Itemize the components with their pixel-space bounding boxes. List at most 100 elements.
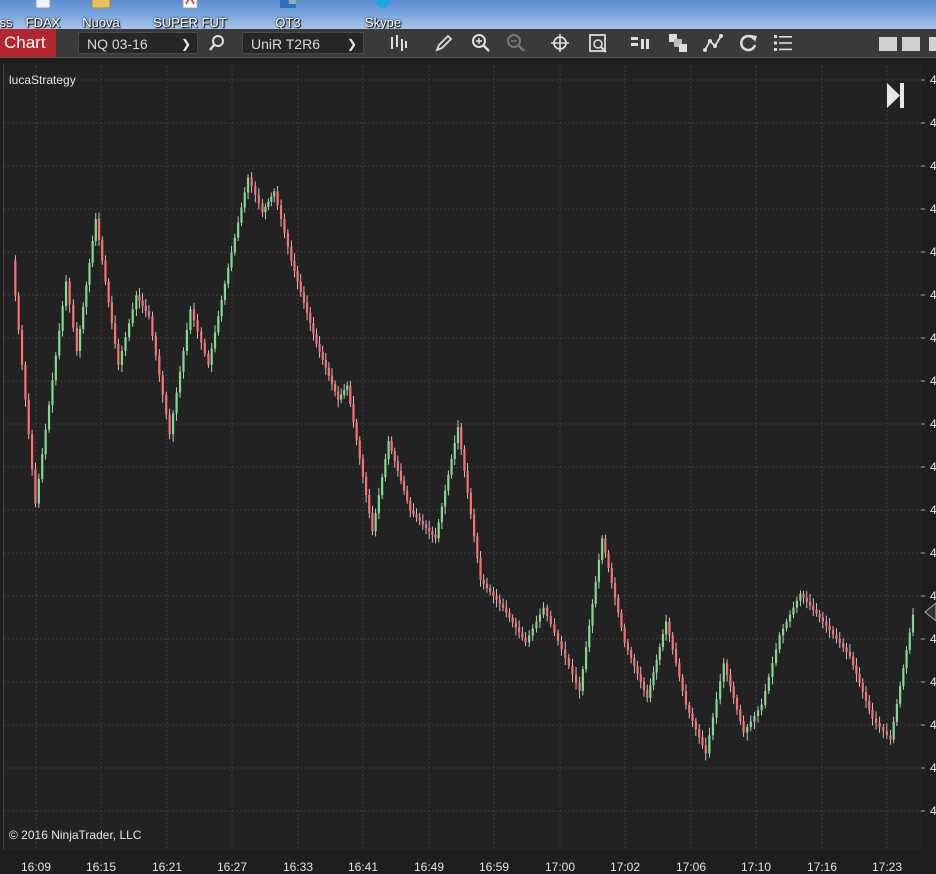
up-candle	[340, 394, 343, 400]
up-candle	[538, 614, 542, 622]
down-candle	[250, 177, 253, 187]
up-candle	[213, 332, 217, 349]
up-candle	[722, 663, 725, 682]
up-candle	[243, 192, 246, 208]
down-candle	[861, 683, 864, 692]
down-candle	[571, 665, 574, 675]
up-candle	[47, 404, 51, 430]
up-candle	[220, 300, 223, 317]
price-tick-label: 4	[930, 589, 936, 603]
down-candle	[110, 302, 113, 324]
down-candle	[406, 490, 409, 501]
up-candle	[899, 686, 902, 704]
up-candle	[594, 581, 597, 604]
up-candle	[658, 647, 661, 660]
down-candle	[428, 527, 431, 532]
up-candle	[795, 600, 799, 608]
up-candle	[82, 306, 85, 329]
up-candle	[895, 703, 899, 722]
down-candle	[642, 682, 646, 690]
down-candle	[476, 536, 479, 559]
down-candle	[698, 729, 701, 738]
time-tick-label: 16:15	[85, 860, 117, 874]
down-candle	[668, 621, 671, 636]
down-candle	[549, 616, 552, 625]
down-candle	[337, 391, 340, 400]
time-tick-label: 16:41	[347, 860, 379, 874]
up-candle	[708, 735, 711, 754]
down-candle	[290, 246, 293, 261]
up-candle	[799, 593, 802, 601]
down-candle	[732, 686, 735, 698]
up-candle	[788, 614, 792, 622]
up-candle	[437, 522, 440, 539]
up-candle	[172, 413, 175, 435]
down-candle	[626, 642, 629, 651]
down-candle	[276, 191, 279, 206]
down-candle	[878, 722, 881, 728]
down-candle	[742, 721, 745, 733]
down-candle	[168, 414, 171, 435]
up-candle	[44, 429, 47, 455]
down-candle	[521, 632, 524, 638]
down-candle	[302, 291, 306, 303]
down-candle	[818, 613, 821, 618]
up-candle	[588, 625, 591, 648]
time-tick-label: 16:59	[478, 860, 510, 874]
down-candle	[72, 304, 75, 328]
price-tick-label: 4	[930, 202, 936, 216]
up-candle	[54, 355, 57, 381]
price-tick-label: 4	[930, 116, 936, 130]
up-candle	[719, 681, 722, 700]
down-candle	[358, 440, 361, 459]
up-candle	[61, 306, 64, 331]
down-candle	[498, 599, 501, 604]
down-candle	[505, 607, 508, 613]
up-candle	[649, 685, 652, 698]
up-candle	[264, 206, 267, 213]
down-candle	[412, 510, 415, 514]
up-candle	[135, 295, 138, 310]
down-candle	[460, 427, 463, 450]
down-candle	[729, 674, 732, 687]
up-candle	[377, 495, 380, 514]
down-candle	[402, 480, 406, 491]
down-candle	[75, 327, 78, 351]
up-candle	[782, 628, 785, 636]
down-candle	[646, 689, 649, 698]
down-candle	[349, 385, 352, 404]
down-candle	[309, 312, 312, 324]
down-candle	[104, 260, 107, 282]
scroll-to-end-icon[interactable]	[887, 83, 904, 108]
down-candle	[154, 335, 157, 356]
down-candle	[390, 441, 393, 452]
up-candle	[223, 283, 227, 301]
down-candle	[845, 647, 848, 652]
down-candle	[469, 492, 472, 515]
up-candle	[78, 328, 82, 351]
down-candle	[34, 468, 37, 504]
up-candle	[185, 330, 189, 351]
down-candle	[434, 534, 437, 539]
time-tick-label: 17:06	[675, 860, 707, 874]
up-candle	[85, 284, 88, 307]
up-candle	[182, 350, 185, 372]
up-candle	[346, 385, 349, 391]
down-candle	[333, 383, 337, 392]
down-candle	[864, 691, 868, 701]
down-candle	[620, 612, 623, 628]
time-tick-label: 17:16	[806, 860, 838, 874]
price-chart	[4, 66, 936, 850]
down-candle	[882, 727, 885, 732]
up-candle	[764, 690, 767, 705]
price-tick-label: 4	[930, 546, 936, 560]
down-candle	[147, 310, 151, 317]
down-candle	[613, 582, 617, 598]
down-candle	[158, 355, 161, 376]
time-tick-label: 17:23	[871, 860, 903, 874]
down-candle	[688, 704, 691, 713]
up-candle	[760, 704, 763, 711]
up-candle	[94, 219, 97, 242]
up-candle	[715, 699, 718, 718]
up-candle	[661, 634, 665, 648]
